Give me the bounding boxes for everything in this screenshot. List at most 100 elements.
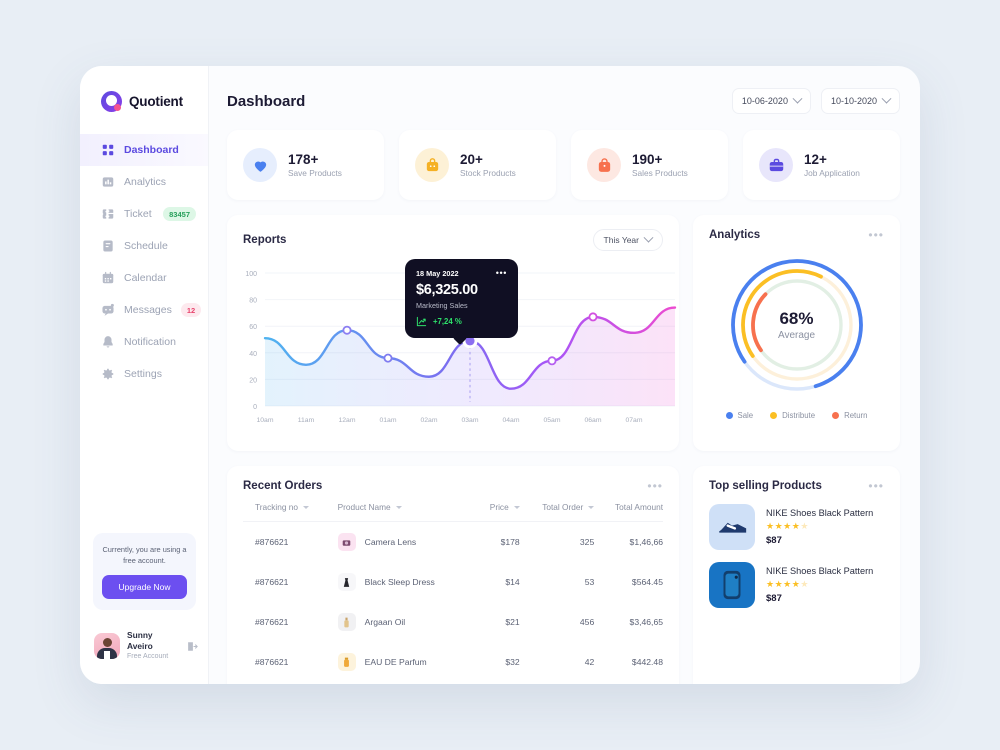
logout-icon[interactable] [186, 640, 199, 653]
table-row[interactable]: #876621 EAU DE Parfum $32 42 $442.48 [243, 642, 663, 682]
stat-card-sales-products[interactable]: 190+ Sales Products [571, 130, 728, 200]
date-to-value: 10-10-2020 [830, 96, 877, 106]
legend-dot [832, 412, 840, 419]
analytics-legend: Sale Distribute Return [693, 405, 900, 434]
stat-card-stock-products[interactable]: 20+ Stock Products [399, 130, 556, 200]
more-dots-icon[interactable]: ••• [868, 229, 884, 241]
stat-card-save-products[interactable]: 178+ Save Products [227, 130, 384, 200]
briefcase-icon [759, 148, 793, 182]
date-from-value: 10-06-2020 [741, 96, 788, 106]
sidebar: Quotient Dashboard Analytics Ticket 83457… [80, 66, 209, 684]
svg-text:02am: 02am [420, 417, 437, 424]
column-header[interactable]: Total Amount [594, 502, 663, 522]
sort-caret-icon[interactable] [588, 505, 595, 509]
recent-orders-table: Tracking no Product Name Price Total Order T… [243, 502, 663, 682]
sidebar-item-messages[interactable]: Messages 12 [80, 294, 208, 326]
stat-card-job-application[interactable]: 12+ Job Application [743, 130, 900, 200]
tooltip-amount: $6,325.00 [416, 282, 478, 298]
product-price: $87 [766, 593, 782, 604]
top-bar: Dashboard 10-06-2020 10-10-2020 [227, 88, 900, 114]
product-name: EAU DE Parfum [364, 657, 427, 667]
brand-name: Quotient [129, 94, 183, 109]
sidebar-item-label: Analytics [124, 176, 167, 188]
column-header[interactable]: Tracking no [243, 502, 338, 522]
phone-icon [709, 562, 755, 608]
more-dots-icon[interactable]: ••• [868, 480, 884, 492]
table-row[interactable]: #876621 Argaan Oil $21 456 $3,46,65 [243, 602, 663, 642]
cell-price: $178 [500, 537, 520, 547]
column-header[interactable]: Price [476, 502, 520, 522]
sidebar-item-notification[interactable]: Notification [80, 326, 208, 358]
more-dots-icon[interactable]: ••• [647, 480, 663, 492]
sort-caret-icon[interactable] [513, 505, 520, 509]
svg-text:40: 40 [249, 351, 257, 358]
ticket-icon [102, 209, 114, 219]
sort-caret-icon[interactable] [303, 505, 310, 509]
product-name: Black Sleep Dress [364, 577, 435, 587]
legend-dot [725, 412, 733, 419]
svg-text:0: 0 [253, 404, 257, 411]
top-selling-title: Top selling Products [709, 480, 822, 492]
quotient-logo-icon [101, 91, 122, 112]
analytics-title: Analytics [709, 229, 761, 241]
product-list-item[interactable]: NIKE Shoes Black Pattern ★★★★★ $87 [693, 492, 900, 550]
stat-label: Sales Products [632, 168, 688, 179]
shopping-bag-icon [587, 148, 621, 182]
legend-dot [770, 412, 778, 419]
rating-stars: ★★★★★ [766, 579, 809, 589]
profile-name: Sunny Aveiro [127, 630, 153, 652]
sidebar-item-ticket[interactable]: Ticket 83457 [80, 198, 208, 230]
date-from-picker[interactable]: 10-06-2020 [731, 88, 811, 114]
sort-caret-icon[interactable] [395, 505, 402, 509]
column-header[interactable]: Total Order [519, 502, 595, 522]
product-price: $87 [766, 535, 782, 546]
upgrade-message: Currently, you are using a free account. [102, 544, 187, 565]
sidebar-badge-ticket: 83457 [163, 207, 196, 221]
sidebar-item-analytics[interactable]: Analytics [80, 166, 208, 198]
legend-label: Distribute [782, 411, 816, 420]
app-window: Quotient Dashboard Analytics Ticket 83457… [80, 66, 920, 684]
bar-chart-icon [102, 177, 114, 187]
donut-caption: Average [777, 330, 816, 341]
recent-orders-panel: Recent Orders ••• Tracking no Product Nam… [227, 466, 679, 684]
product-name: Camera Lens [364, 537, 417, 547]
upgrade-now-button[interactable]: Upgrade Now [102, 575, 187, 599]
table-row[interactable]: #876621 Black Sleep Dress $14 53 $564.45 [243, 562, 663, 602]
reports-chart[interactable]: 0 20 40 60 80 100 10am 11am 12am 01am 02am 03am 04am… [227, 251, 679, 451]
trend-up-icon [416, 316, 427, 327]
cell-order: 456 [579, 617, 595, 627]
range-selector[interactable]: This Year [592, 229, 663, 251]
chevron-down-icon [881, 93, 892, 104]
date-to-picker[interactable]: 10-10-2020 [820, 88, 900, 114]
more-dots-icon[interactable]: ••• [496, 268, 507, 278]
tooltip-delta: +7,24 % [433, 317, 462, 326]
user-profile[interactable]: Sunny Aveiro Free Account [94, 630, 199, 662]
cell-product: Black Sleep Dress [337, 562, 477, 602]
legend-item-return: Return [832, 411, 867, 420]
product-list-item[interactable]: NIKE Shoes Black Pattern ★★★★★ $87 [693, 550, 900, 608]
heart-icon [243, 148, 277, 182]
table-row[interactable]: #876621 Camera Lens $178 325 $1,46,66 [243, 522, 663, 563]
cell-amount: $442.48 [631, 657, 663, 667]
sidebar-item-calendar[interactable]: Calendar [80, 262, 208, 294]
svg-text:80: 80 [249, 298, 257, 305]
sidebar-item-dashboard[interactable]: Dashboard [80, 134, 208, 166]
legend-label: Sale [737, 411, 754, 420]
sidebar-item-label: Calendar [124, 272, 167, 284]
stat-value: 20+ [460, 151, 483, 167]
page-title: Dashboard [227, 92, 306, 110]
product-name: NIKE Shoes Black Pattern [766, 508, 874, 518]
donut-center-label: 68% Average [778, 309, 815, 341]
stat-value: 190+ [632, 151, 663, 167]
sidebar-item-label: Ticket [124, 208, 152, 220]
bottle-icon [337, 613, 356, 631]
content-row-top: Reports This Year 0 20 40 60 80 100 10am 11am 12… [227, 215, 900, 451]
cell-price: $21 [505, 617, 520, 627]
stat-value: 12+ [804, 151, 827, 167]
svg-text:06am: 06am [584, 417, 601, 424]
column-header[interactable]: Product Name [337, 502, 477, 522]
sidebar-item-schedule[interactable]: Schedule [80, 230, 208, 262]
sidebar-item-settings[interactable]: Settings [80, 358, 208, 390]
table-body: #876621 Camera Lens $178 325 $1,46,66 #8… [243, 522, 663, 683]
stat-label: Save Products [288, 168, 342, 179]
